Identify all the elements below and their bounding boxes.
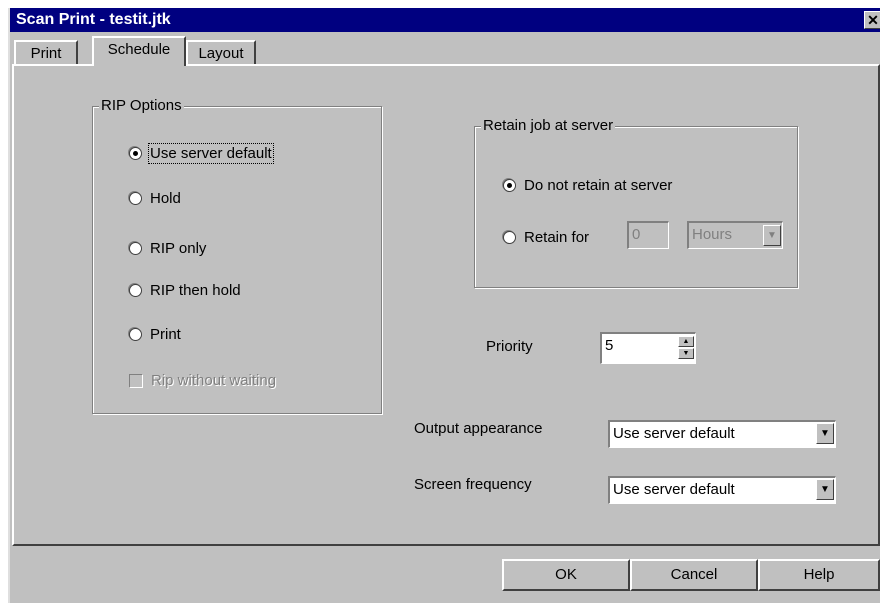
retain-for-input[interactable]: 0 xyxy=(627,221,669,249)
rip-options-title: RIP Options xyxy=(99,97,184,114)
radio-rip-only[interactable]: RIP only xyxy=(129,240,206,257)
schedule-panel: RIP Options Use server default Hold RIP … xyxy=(12,64,880,546)
cancel-button[interactable]: Cancel xyxy=(630,559,758,591)
radio-hold[interactable]: Hold xyxy=(129,190,181,207)
spin-up-icon[interactable]: ▲ xyxy=(678,336,694,347)
chevron-down-icon[interactable]: ▼ xyxy=(816,479,834,500)
screen-frequency-select[interactable]: Use server default ▼ xyxy=(608,476,836,504)
close-button[interactable]: ✕ xyxy=(864,11,880,29)
radio-button[interactable] xyxy=(129,192,142,205)
ok-button[interactable]: OK xyxy=(502,559,630,591)
title-bar: Scan Print - testit.jtk ✕ xyxy=(10,8,880,32)
output-appearance-select[interactable]: Use server default ▼ xyxy=(608,420,836,448)
spin-down-icon[interactable]: ▼ xyxy=(678,348,694,359)
radio-print[interactable]: Print xyxy=(129,326,181,343)
rip-options-group: RIP Options Use server default Hold RIP … xyxy=(92,97,382,414)
scan-print-dialog: Scan Print - testit.jtk ✕ Print Schedule… xyxy=(8,8,880,603)
checkbox[interactable] xyxy=(129,373,143,388)
priority-stepper[interactable]: 5 ▲ ▼ xyxy=(600,332,696,364)
screen-frequency-label: Screen frequency xyxy=(414,476,532,493)
radio-button[interactable] xyxy=(503,231,516,244)
radio-use-server-default[interactable]: Use server default xyxy=(129,143,274,164)
tab-layout[interactable]: Layout xyxy=(186,40,256,66)
radio-button[interactable] xyxy=(129,328,142,341)
radio-rip-then-hold[interactable]: RIP then hold xyxy=(129,282,241,299)
window-title: Scan Print - testit.jtk xyxy=(16,11,171,28)
radio-retain-for[interactable]: Retain for xyxy=(503,229,589,246)
tab-schedule[interactable]: Schedule xyxy=(92,36,186,66)
help-button[interactable]: Help xyxy=(758,559,880,591)
retain-unit-select[interactable]: Hours ▼ xyxy=(687,221,783,249)
radio-button[interactable] xyxy=(129,147,142,160)
retain-job-title: Retain job at server xyxy=(481,117,616,134)
output-appearance-label: Output appearance xyxy=(414,420,543,437)
priority-label: Priority xyxy=(486,338,533,355)
checkbox-rip-without-waiting[interactable]: Rip without waiting xyxy=(129,372,276,389)
radio-do-not-retain[interactable]: Do not retain at server xyxy=(503,177,672,194)
tab-print[interactable]: Print xyxy=(14,40,78,66)
radio-button[interactable] xyxy=(503,179,516,192)
chevron-down-icon[interactable]: ▼ xyxy=(816,423,834,444)
close-icon: ✕ xyxy=(867,12,879,28)
retain-job-group: Retain job at server Do not retain at se… xyxy=(474,117,798,288)
radio-button[interactable] xyxy=(129,284,142,297)
chevron-down-icon[interactable]: ▼ xyxy=(763,225,781,246)
radio-button[interactable] xyxy=(129,242,142,255)
